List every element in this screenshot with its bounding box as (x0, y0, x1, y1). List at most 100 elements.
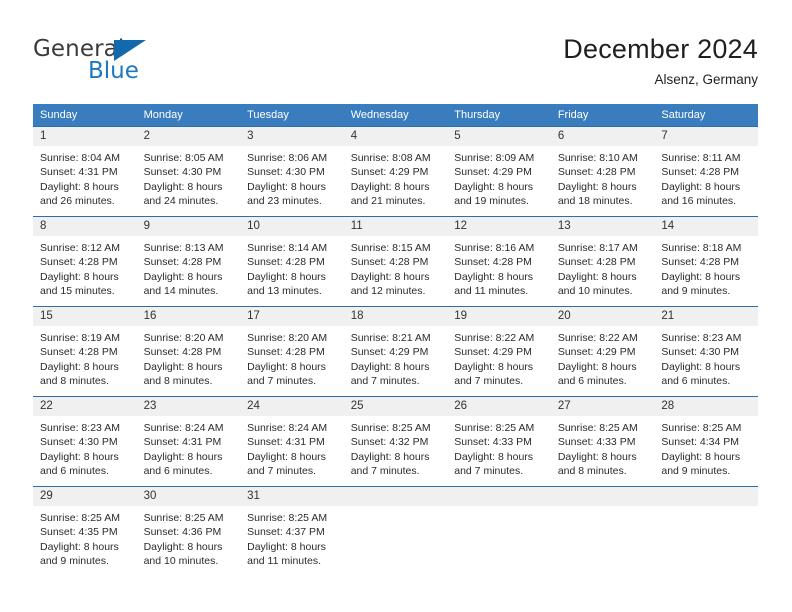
day-details: Sunrise: 8:22 AM Sunset: 4:29 PM Daylight:… (447, 326, 551, 388)
sunset-text: Sunset: 4:31 PM (247, 436, 325, 449)
sunset-text: Sunset: 4:30 PM (143, 166, 222, 179)
sunrise-text: Sunrise: 8:20 AM (247, 332, 328, 344)
day-details: Sunrise: 8:18 AM Sunset: 4:28 PM Daylight:… (654, 236, 758, 298)
daylight-text-line1: Daylight: 8 hours (143, 180, 223, 193)
day-details: Sunrise: 8:25 AM Sunset: 4:33 PM Daylight:… (551, 416, 655, 478)
calendar-body: 1 Sunrise: 8:04 AM Sunset: 4:31 PM Daylight… (33, 126, 758, 576)
daylight-text-line1: Daylight: 8 hours (350, 270, 430, 283)
calendar-day-cell[interactable]: 21 Sunrise: 8:23 AM Sunset: 4:30 PM Dayligh… (654, 306, 758, 396)
calendar-day-cell[interactable]: 15 Sunrise: 8:19 AM Sunset: 4:28 PM Dayligh… (33, 306, 137, 396)
calendar-header-row: Sunday Monday Tuesday Wednesday Thursday Frid… (33, 104, 758, 126)
calendar-day-cell[interactable]: 29 Sunrise: 8:25 AM Sunset: 4:35 PM Dayligh… (33, 486, 137, 576)
calendar-day-cell[interactable]: 2 Sunrise: 8:05 AM Sunset: 4:30 PM Daylight… (136, 126, 241, 216)
calendar-day-cell-empty (654, 486, 758, 576)
daylight-text-line2: and 8 minutes. (143, 374, 213, 387)
page-subtitle-location: Alsenz, Germany (654, 72, 758, 87)
daylight-text-line1: Daylight: 8 hours (454, 270, 534, 283)
calendar-day-cell[interactable]: 8 Sunrise: 8:12 AM Sunset: 4:28 PM Daylight… (33, 216, 137, 306)
sunset-text: Sunset: 4:30 PM (40, 436, 118, 449)
daylight-text-line2: and 26 minutes. (40, 194, 115, 207)
sunrise-text: Sunrise: 8:25 AM (247, 512, 328, 524)
sunrise-text: Sunrise: 8:25 AM (40, 512, 120, 524)
daylight-text-line1: Daylight: 8 hours (40, 450, 119, 463)
day-number: 29 (33, 487, 137, 506)
day-details: Sunrise: 8:25 AM Sunset: 4:36 PM Daylight:… (137, 506, 241, 568)
day-details: Sunrise: 8:23 AM Sunset: 4:30 PM Daylight:… (654, 326, 758, 388)
calendar-day-cell[interactable]: 6 Sunrise: 8:10 AM Sunset: 4:28 PM Daylight… (550, 126, 655, 216)
brand-logo[interactable]: General Blue (33, 36, 213, 86)
sunrise-text: Sunrise: 8:25 AM (557, 422, 638, 434)
calendar-day-cell[interactable]: 10 Sunrise: 8:14 AM Sunset: 4:28 PM Dayligh… (240, 216, 344, 306)
sunset-text: Sunset: 4:28 PM (247, 256, 325, 269)
day-details: Sunrise: 8:20 AM Sunset: 4:28 PM Daylight:… (240, 326, 344, 388)
daylight-text-line2: and 9 minutes. (661, 464, 731, 477)
day-details (447, 506, 551, 511)
sunset-text: Sunset: 4:28 PM (661, 166, 740, 179)
calendar-day-cell[interactable]: 13 Sunrise: 8:17 AM Sunset: 4:28 PM Dayligh… (550, 216, 655, 306)
calendar: Sunday Monday Tuesday Wednesday Thursday Frid… (33, 104, 758, 576)
sunrise-text: Sunrise: 8:20 AM (143, 332, 224, 344)
calendar-day-cell[interactable]: 22 Sunrise: 8:23 AM Sunset: 4:30 PM Dayligh… (33, 396, 137, 486)
daylight-text-line2: and 16 minutes. (661, 194, 737, 207)
daylight-text-line1: Daylight: 8 hours (350, 180, 430, 193)
day-number: 9 (136, 217, 241, 236)
sunrise-text: Sunrise: 8:14 AM (247, 242, 328, 254)
daylight-text-line2: and 14 minutes. (143, 284, 219, 297)
calendar-week-row: 8 Sunrise: 8:12 AM Sunset: 4:28 PM Daylight… (33, 216, 758, 306)
calendar-week-row: 29 Sunrise: 8:25 AM Sunset: 4:35 PM Dayligh… (33, 486, 758, 576)
daylight-text-line2: and 10 minutes. (143, 554, 219, 567)
calendar-day-cell[interactable]: 24 Sunrise: 8:24 AM Sunset: 4:31 PM Dayligh… (240, 396, 344, 486)
calendar-day-cell[interactable]: 23 Sunrise: 8:24 AM Sunset: 4:31 PM Dayligh… (136, 396, 241, 486)
calendar-day-cell[interactable]: 20 Sunrise: 8:22 AM Sunset: 4:29 PM Dayligh… (550, 306, 655, 396)
calendar-week-row: 1 Sunrise: 8:04 AM Sunset: 4:31 PM Daylight… (33, 126, 758, 216)
calendar-day-cell[interactable]: 28 Sunrise: 8:25 AM Sunset: 4:34 PM Dayligh… (654, 396, 758, 486)
daylight-text-line2: and 9 minutes. (40, 554, 109, 567)
day-number: 18 (343, 307, 448, 326)
weekday-header-wednesday: Wednesday (343, 104, 448, 126)
sunrise-text: Sunrise: 8:25 AM (454, 422, 535, 434)
page-header: General Blue December 2024 Alsenz, Germa… (0, 0, 792, 100)
day-number: 28 (654, 397, 758, 416)
day-details: Sunrise: 8:09 AM Sunset: 4:29 PM Daylight:… (447, 146, 551, 208)
sunset-text: Sunset: 4:29 PM (454, 346, 532, 359)
day-details: Sunrise: 8:13 AM Sunset: 4:28 PM Daylight:… (137, 236, 241, 298)
day-details: Sunrise: 8:20 AM Sunset: 4:28 PM Daylight:… (137, 326, 241, 388)
daylight-text-line2: and 9 minutes. (661, 284, 731, 297)
sunset-text: Sunset: 4:30 PM (247, 166, 325, 179)
calendar-week-row: 22 Sunrise: 8:23 AM Sunset: 4:30 PM Dayligh… (33, 396, 758, 486)
day-number (447, 487, 551, 506)
calendar-day-cell[interactable]: 18 Sunrise: 8:21 AM Sunset: 4:29 PM Dayligh… (343, 306, 448, 396)
day-number: 24 (240, 397, 344, 416)
weekday-header-tuesday: Tuesday (240, 104, 344, 126)
calendar-day-cell[interactable]: 12 Sunrise: 8:16 AM Sunset: 4:28 PM Dayligh… (447, 216, 551, 306)
calendar-day-cell[interactable]: 17 Sunrise: 8:20 AM Sunset: 4:28 PM Dayligh… (240, 306, 344, 396)
daylight-text-line1: Daylight: 8 hours (247, 360, 326, 373)
calendar-day-cell[interactable]: 25 Sunrise: 8:25 AM Sunset: 4:32 PM Dayligh… (343, 396, 448, 486)
calendar-day-cell[interactable]: 11 Sunrise: 8:15 AM Sunset: 4:28 PM Dayligh… (343, 216, 448, 306)
sunrise-text: Sunrise: 8:17 AM (557, 242, 638, 254)
calendar-day-cell[interactable]: 5 Sunrise: 8:09 AM Sunset: 4:29 PM Daylight… (447, 126, 551, 216)
calendar-day-cell[interactable]: 7 Sunrise: 8:11 AM Sunset: 4:28 PM Daylight… (654, 126, 758, 216)
calendar-day-cell[interactable]: 16 Sunrise: 8:20 AM Sunset: 4:28 PM Dayligh… (136, 306, 241, 396)
calendar-day-cell[interactable]: 26 Sunrise: 8:25 AM Sunset: 4:33 PM Dayligh… (447, 396, 551, 486)
calendar-day-cell[interactable]: 14 Sunrise: 8:18 AM Sunset: 4:28 PM Dayligh… (654, 216, 758, 306)
sunset-text: Sunset: 4:29 PM (350, 346, 429, 359)
calendar-day-cell[interactable]: 30 Sunrise: 8:25 AM Sunset: 4:36 PM Dayligh… (136, 486, 241, 576)
day-details: Sunrise: 8:22 AM Sunset: 4:29 PM Daylight:… (551, 326, 655, 388)
daylight-text-line1: Daylight: 8 hours (557, 270, 637, 283)
calendar-day-cell[interactable]: 3 Sunrise: 8:06 AM Sunset: 4:30 PM Daylight… (240, 126, 344, 216)
sunrise-text: Sunrise: 8:25 AM (350, 422, 431, 434)
calendar-day-cell[interactable]: 4 Sunrise: 8:08 AM Sunset: 4:29 PM Daylight… (343, 126, 448, 216)
sunset-text: Sunset: 4:28 PM (40, 346, 118, 359)
calendar-day-cell[interactable]: 9 Sunrise: 8:13 AM Sunset: 4:28 PM Daylight… (136, 216, 241, 306)
calendar-day-cell[interactable]: 31 Sunrise: 8:25 AM Sunset: 4:37 PM Dayligh… (240, 486, 344, 576)
daylight-text-line2: and 24 minutes. (143, 194, 219, 207)
daylight-text-line1: Daylight: 8 hours (143, 270, 223, 283)
calendar-day-cell[interactable]: 19 Sunrise: 8:22 AM Sunset: 4:29 PM Dayligh… (447, 306, 551, 396)
sunset-text: Sunset: 4:34 PM (661, 436, 740, 449)
calendar-day-cell[interactable]: 1 Sunrise: 8:04 AM Sunset: 4:31 PM Daylight… (33, 126, 137, 216)
day-number: 31 (240, 487, 344, 506)
day-details: Sunrise: 8:24 AM Sunset: 4:31 PM Daylight:… (240, 416, 344, 478)
calendar-day-cell[interactable]: 27 Sunrise: 8:25 AM Sunset: 4:33 PM Dayligh… (550, 396, 655, 486)
day-details: Sunrise: 8:08 AM Sunset: 4:29 PM Daylight:… (344, 146, 448, 208)
